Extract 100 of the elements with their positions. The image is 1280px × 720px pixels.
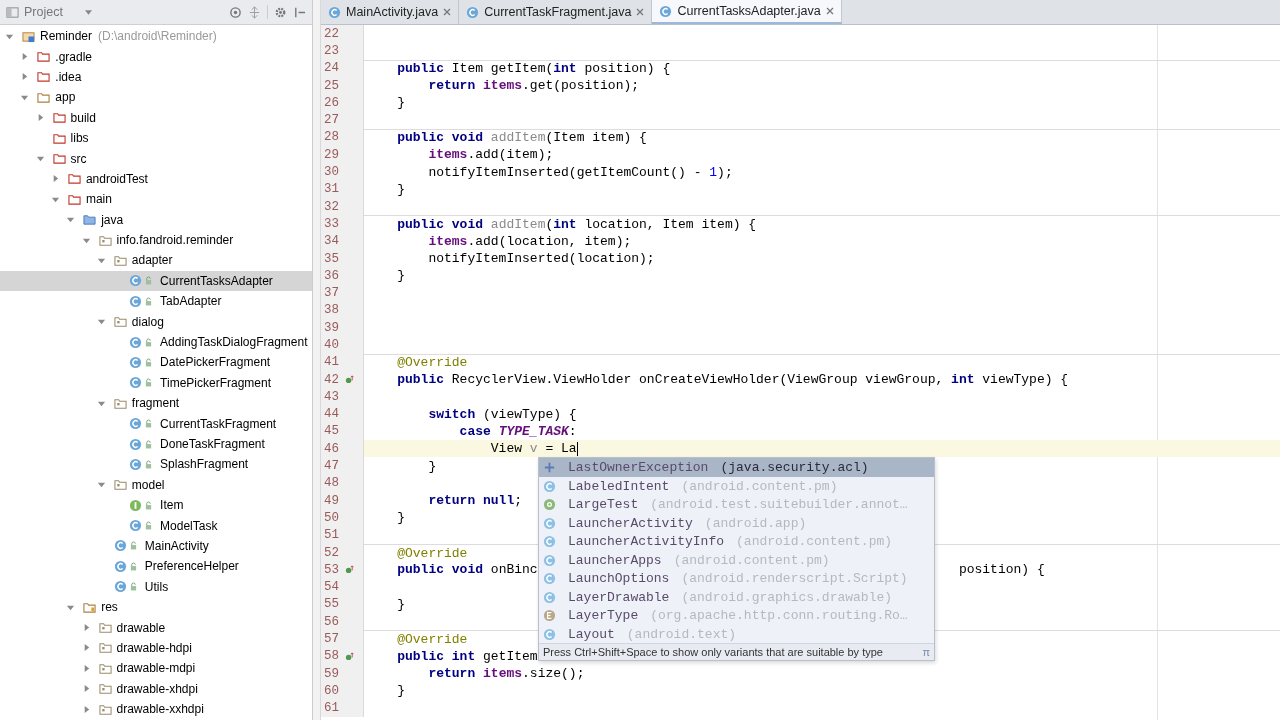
tree-row[interactable]: AddingTaskDialogFragment: [0, 331, 312, 353]
tree-row[interactable]: src: [0, 148, 312, 169]
line-number: 61: [323, 701, 339, 716]
line-number: 24: [323, 61, 339, 76]
tree-row[interactable]: .gradle: [0, 46, 312, 67]
tree-row[interactable]: .idea: [0, 66, 312, 88]
tree-row[interactable]: ModelTask: [0, 515, 312, 536]
tree-item-label: info.fandroid.reminder: [116, 233, 234, 248]
close-icon[interactable]: [636, 8, 645, 16]
completion-item[interactable]: LayerDrawable (android.graphics.drawable): [539, 587, 934, 607]
tree-row[interactable]: CurrentTasksAdapter: [0, 270, 312, 292]
expanded-arrow-icon[interactable]: [96, 317, 106, 327]
class-icon: [129, 355, 143, 369]
tree-row[interactable]: libs: [0, 127, 312, 149]
tree-row[interactable]: androidTest: [0, 168, 312, 190]
line-number: 33: [323, 216, 339, 231]
locate-icon[interactable]: [229, 5, 242, 19]
override-marker-icon[interactable]: [345, 651, 354, 661]
lock-icon: [129, 541, 137, 551]
project-view-dropdown[interactable]: Project: [6, 5, 92, 19]
collapse-all-icon[interactable]: [248, 5, 261, 19]
tree-item-label: drawable-xxhdpi: [116, 702, 204, 717]
hide-panel-icon[interactable]: [293, 5, 306, 19]
expanded-arrow-icon[interactable]: [35, 154, 45, 164]
tree-item-label: fragment: [131, 396, 180, 411]
folder-icon: [67, 172, 81, 186]
close-icon[interactable]: [825, 7, 834, 15]
code-line: switch (viewType) {: [427, 406, 577, 422]
tree-row[interactable]: Reminder (D:\android\Reminder): [0, 26, 312, 47]
settings-icon[interactable]: [274, 5, 287, 19]
tree-row[interactable]: build: [0, 107, 312, 128]
tree-row[interactable]: dialog: [0, 311, 312, 332]
close-icon[interactable]: [443, 8, 452, 16]
tree-item-label: SplashFragment: [160, 457, 249, 472]
expanded-arrow-icon[interactable]: [96, 256, 106, 265]
tree-row[interactable]: adapter: [0, 250, 312, 271]
completion-item[interactable]: LargeTest (android.test.suitebuilder.annot…: [539, 495, 934, 514]
completion-item[interactable]: LayerType (org.apache.http.conn.routing.Ro…: [539, 606, 934, 625]
line-number: 25: [323, 78, 339, 93]
line-number: 34: [323, 234, 339, 249]
package-icon: [113, 254, 127, 267]
tree-row[interactable]: drawable-hdpi: [0, 637, 312, 659]
line-number: 54: [323, 580, 339, 595]
tree-row[interactable]: info.fandroid.reminder: [0, 229, 312, 251]
tree-item-label: DatePickerFragment: [160, 355, 271, 370]
tree-row[interactable]: java: [0, 209, 312, 230]
completion-item[interactable]: LauncherApps (android.content.pm): [539, 550, 934, 570]
completion-item[interactable]: LauncherActivityInfo (android.content.pm): [539, 532, 934, 551]
line-number: 49: [323, 493, 339, 508]
class-icon: [129, 294, 143, 308]
tree-row[interactable]: fragment: [0, 393, 312, 414]
code-line: public void addItem(int location, Item item) {: [396, 216, 757, 232]
override-marker-icon[interactable]: [345, 565, 354, 575]
tree-row[interactable]: app: [0, 87, 312, 108]
tree-row[interactable]: DoneTaskFragment: [0, 433, 312, 455]
code-line: @Override: [396, 632, 468, 648]
tree-row[interactable]: res: [0, 596, 312, 618]
line-number: 35: [323, 251, 339, 266]
folder-icon: [83, 600, 97, 614]
folder-icon: [37, 70, 51, 84]
lock-icon: [145, 357, 153, 367]
interface-icon: [129, 498, 143, 512]
line-number: 50: [323, 510, 339, 525]
tree-row[interactable]: Utils: [0, 576, 312, 597]
class-icon: [543, 590, 556, 604]
editor-tab[interactable]: CurrentTasksAdapter.java: [652, 0, 842, 24]
line-number: 32: [323, 199, 339, 214]
editor-tab[interactable]: MainActivity.java: [321, 0, 460, 24]
tree-row[interactable]: model: [0, 474, 312, 495]
tree-item-label: java: [101, 212, 124, 227]
tree-row[interactable]: Item: [0, 495, 312, 516]
completion-item[interactable]: Layout (android.text): [539, 624, 934, 644]
completion-item[interactable]: LaunchOptions (android.renderscript.Script): [539, 569, 934, 588]
completion-item[interactable]: LastOwnerException (java.security.acl): [539, 458, 934, 477]
tree-row[interactable]: main: [0, 189, 312, 210]
tree-row[interactable]: drawable-xxhdpi: [0, 698, 312, 720]
line-number: 39: [323, 320, 339, 335]
line-number: 55: [323, 597, 339, 612]
completion-item[interactable]: LabeledIntent (android.content.pm): [539, 476, 934, 496]
tree-row[interactable]: DatePickerFragment: [0, 352, 312, 373]
override-marker-icon[interactable]: [345, 375, 354, 385]
expanded-arrow-icon[interactable]: [96, 480, 106, 490]
code-line: }: [396, 510, 405, 526]
code-line: }: [396, 181, 405, 197]
package-icon: [113, 396, 127, 410]
tree-row[interactable]: PreferenceHelper: [0, 556, 312, 577]
completion-item[interactable]: LauncherActivity (android.app): [539, 513, 934, 533]
tree-row[interactable]: drawable-xhdpi: [0, 678, 312, 699]
tree-row[interactable]: MainActivity: [0, 535, 312, 557]
tree-row[interactable]: TimePickerFragment: [0, 372, 312, 394]
package-icon: [98, 661, 112, 675]
tree-row[interactable]: TabAdapter: [0, 291, 312, 312]
tree-row[interactable]: drawable-mdpi: [0, 658, 312, 679]
tree-row[interactable]: CurrentTaskFragment: [0, 413, 312, 434]
folder-icon: [37, 90, 51, 104]
package-icon: [98, 621, 112, 634]
tree-item-label: CurrentTaskFragment: [160, 416, 277, 431]
tree-row[interactable]: drawable: [0, 617, 312, 638]
tree-row[interactable]: SplashFragment: [0, 454, 312, 475]
line-number: 43: [323, 389, 339, 404]
